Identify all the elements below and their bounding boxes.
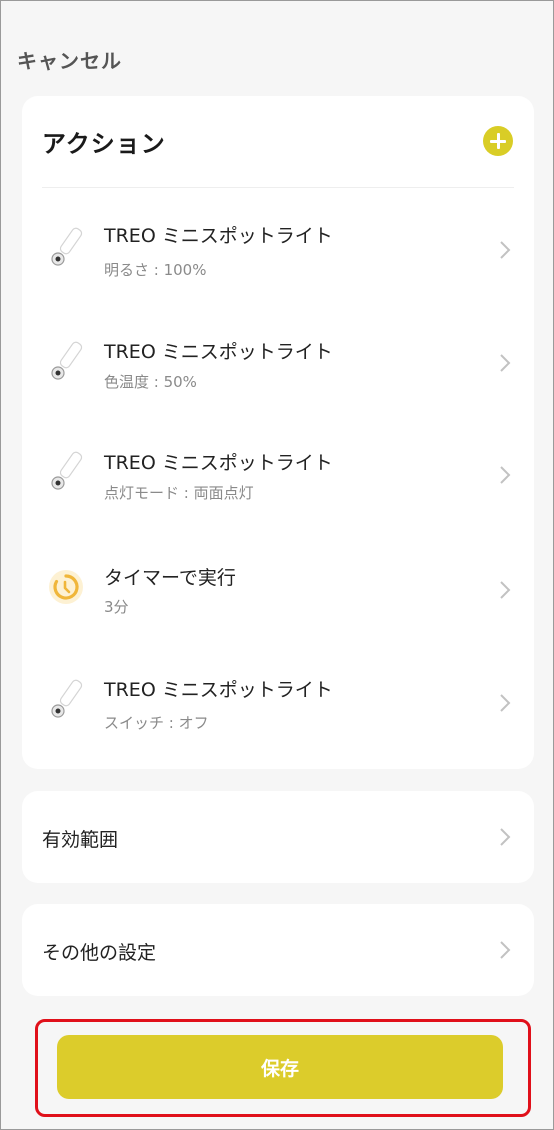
spotlight-icon (51, 341, 83, 380)
actions-card: アクション TREO ミニスポットライト 明るさ : 100% TREO ミニス (22, 96, 534, 769)
action-device-name: TREO ミニスポットライト (104, 225, 333, 247)
action-detail: 点灯モード : 両面点灯 (104, 484, 254, 502)
add-action-button[interactable] (483, 126, 513, 156)
scope-label: 有効範囲 (42, 829, 119, 851)
chevron-right-icon (500, 828, 511, 846)
spotlight-icon (51, 679, 83, 718)
chevron-right-icon (500, 241, 511, 259)
save-button[interactable]: 保存 (57, 1035, 503, 1099)
other-settings-label: その他の設定 (42, 942, 157, 964)
divider (42, 187, 514, 188)
chevron-right-icon (500, 941, 511, 959)
cancel-button[interactable]: キャンセル (17, 45, 122, 74)
action-item[interactable]: TREO ミニスポットライト スイッチ : オフ (22, 655, 534, 755)
action-item[interactable]: TREO ミニスポットライト 色温度 : 50% (22, 317, 534, 417)
screen: キャンセル アクション TREO ミニスポットライト 明るさ : 100% TR… (0, 0, 554, 1130)
actions-title: アクション (42, 130, 166, 158)
action-item[interactable]: TREO ミニスポットライト 点灯モード : 両面点灯 (22, 429, 534, 529)
action-detail: 3分 (104, 598, 129, 616)
chevron-right-icon (500, 694, 511, 712)
chevron-right-icon (500, 581, 511, 599)
save-highlight-box: 保存 (35, 1019, 531, 1117)
action-device-name: TREO ミニスポットライト (104, 341, 333, 363)
action-detail: 明るさ : 100% (104, 261, 207, 279)
spotlight-icon (51, 451, 83, 490)
save-label: 保存 (260, 1057, 299, 1080)
action-timer-name: タイマーで実行 (104, 567, 236, 589)
spotlight-icon (51, 227, 83, 266)
scope-row[interactable]: 有効範囲 (22, 791, 534, 883)
action-detail: スイッチ : オフ (104, 714, 209, 732)
action-detail: 色温度 : 50% (104, 373, 197, 391)
timer-icon (49, 570, 83, 604)
chevron-right-icon (500, 466, 511, 484)
action-device-name: TREO ミニスポットライト (104, 452, 333, 474)
action-item[interactable]: TREO ミニスポットライト 明るさ : 100% (22, 201, 534, 301)
action-item[interactable]: タイマーで実行 3分 (22, 543, 534, 643)
other-settings-row[interactable]: その他の設定 (22, 904, 534, 996)
chevron-right-icon (500, 354, 511, 372)
action-device-name: TREO ミニスポットライト (104, 679, 333, 701)
